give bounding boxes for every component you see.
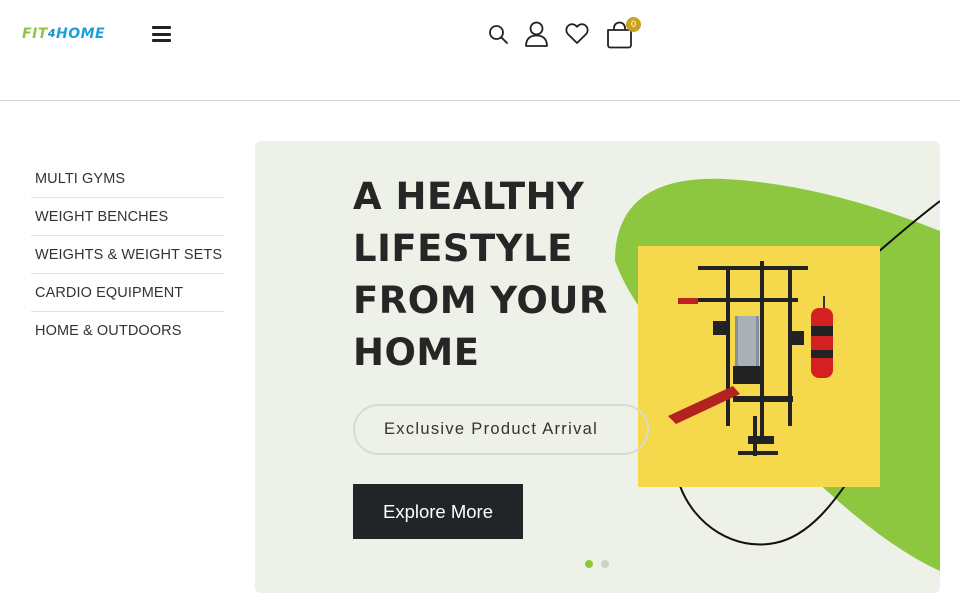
category-weight-benches[interactable]: WEIGHT BENCHES xyxy=(31,198,224,236)
site-header: FIT4HOME 0 xyxy=(0,0,960,101)
multi-gym-illustration xyxy=(668,261,833,456)
category-menu: MULTI GYMS WEIGHT BENCHES WEIGHTS & WEIG… xyxy=(31,160,224,350)
logo-text-4: 4 xyxy=(47,27,56,40)
slide-dot-1[interactable] xyxy=(585,560,593,568)
category-home-outdoors[interactable]: HOME & OUTDOORS xyxy=(31,312,224,350)
category-cardio-equipment[interactable]: CARDIO EQUIPMENT xyxy=(31,274,224,312)
hero-title: A HEALTHY LIFESTYLE FROM YOUR HOME xyxy=(353,175,608,374)
logo-text-fit: FIT xyxy=(22,26,48,42)
category-multi-gyms[interactable]: MULTI GYMS xyxy=(31,160,224,198)
hamburger-icon[interactable] xyxy=(152,26,171,42)
exclusive-arrival-badge: Exclusive Product Arrival xyxy=(353,404,649,455)
slide-dot-2[interactable] xyxy=(601,560,609,568)
user-icon[interactable] xyxy=(524,21,549,47)
category-weights-weight-sets[interactable]: WEIGHTS & WEIGHT SETS xyxy=(31,236,224,274)
site-logo[interactable]: FIT4HOME xyxy=(22,26,105,42)
logo-text-home: HOME xyxy=(55,26,106,42)
slider-pagination xyxy=(585,555,617,573)
hero-banner: A HEALTHY LIFESTYLE FROM YOUR HOME Exclu… xyxy=(255,141,940,593)
search-icon[interactable] xyxy=(488,24,509,45)
heart-icon[interactable] xyxy=(565,22,589,45)
multi-gym-product-image[interactable] xyxy=(638,246,880,487)
explore-more-button[interactable]: Explore More xyxy=(353,484,523,539)
cart-count-badge: 0 xyxy=(626,17,641,32)
